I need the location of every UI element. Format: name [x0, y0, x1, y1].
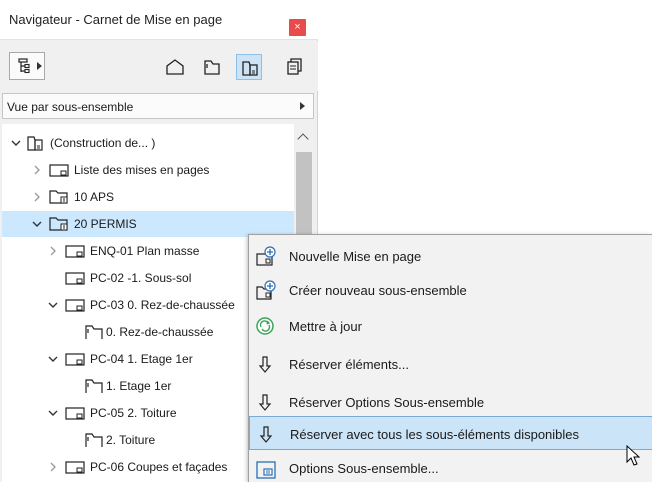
chevron-down-icon[interactable]: [48, 354, 58, 364]
house-icon: [166, 59, 184, 75]
layout-icon: [64, 241, 86, 261]
tree-row-label: PC-02 -1. Sous-sol: [90, 271, 192, 285]
tree-row-label: 10 APS: [74, 190, 115, 204]
tree-row-label: ENQ-01 Plan masse: [90, 244, 200, 258]
mouse-cursor-icon: [626, 445, 641, 466]
subset-folder-icon: [48, 187, 70, 207]
update-icon: [255, 316, 277, 338]
menu-item-reserve-all-subitems[interactable]: Réserver avec tous les sous-éléments dis…: [249, 416, 652, 450]
drawing-icon: [84, 376, 106, 396]
tree-row[interactable]: 10 APS: [2, 184, 294, 210]
menu-item-new-subset[interactable]: Créer nouveau sous-ensemble: [249, 273, 652, 307]
new-subset-icon: [255, 280, 277, 302]
title-bar: Navigateur - Carnet de Mise en page ×: [0, 0, 318, 40]
tree-row-label: 1. Etage 1er: [106, 379, 172, 393]
layout-icon: [64, 268, 86, 288]
new-layout-icon: [255, 246, 277, 268]
chevron-right-icon[interactable]: [32, 192, 42, 202]
subset-options-icon: [255, 458, 277, 480]
tree-row-label: PC-04 1. Etage 1er: [90, 352, 193, 366]
menu-item-label: Options Sous-ensemble...: [289, 461, 439, 476]
drawing-icon: [84, 322, 106, 342]
tree-row-root[interactable]: (Construction de... ): [2, 130, 294, 156]
map-type-dropdown[interactable]: [9, 52, 45, 80]
reserve-icon: [255, 354, 277, 376]
publisher-icon: [287, 58, 302, 75]
chevron-right-icon: [37, 62, 42, 70]
layout-book-icon: [242, 61, 258, 76]
tree-row-label: PC-06 Coupes et façades: [90, 460, 228, 474]
chevron-down-icon[interactable]: [48, 408, 58, 418]
menu-item-subset-options[interactable]: Options Sous-ensemble...: [249, 451, 652, 482]
tree-row-label: PC-05 2. Toiture: [90, 406, 177, 420]
layout-icon: [64, 457, 86, 477]
menu-item-label: Créer nouveau sous-ensemble: [289, 283, 467, 298]
menu-item-label: Réserver éléments...: [289, 357, 409, 372]
view-map-button[interactable]: [199, 54, 225, 80]
menu-item-reserve-subset-options[interactable]: Réserver Options Sous-ensemble: [249, 385, 652, 419]
layout-book-button[interactable]: [236, 54, 262, 80]
chevron-down-icon[interactable]: [48, 300, 58, 310]
context-menu: Nouvelle Mise en page Créer nouveau sous…: [248, 234, 652, 482]
reserve-icon: [256, 424, 278, 446]
subset-folder-icon: [48, 214, 70, 234]
layout-icon: [64, 349, 86, 369]
menu-item-label: Réserver avec tous les sous-éléments dis…: [290, 427, 580, 442]
tree-row-label: (Construction de... ): [50, 136, 156, 150]
menu-item-update[interactable]: Mettre à jour: [249, 309, 652, 343]
tree-row-label: 2. Toiture: [106, 433, 156, 447]
chevron-right-icon: [300, 102, 305, 110]
menu-item-label: Réserver Options Sous-ensemble: [289, 395, 485, 410]
tree-map-icon: [18, 58, 30, 74]
chevron-down-icon[interactable]: [32, 219, 42, 229]
layout-book-icon: [26, 133, 48, 153]
view-selector[interactable]: Vue par sous-ensemble: [2, 93, 314, 119]
menu-item-label: Nouvelle Mise en page: [289, 249, 422, 264]
layout-icon: [48, 160, 70, 180]
scroll-up-icon[interactable]: [297, 133, 309, 145]
tree-row[interactable]: Liste des mises en pages: [2, 157, 294, 183]
toolbar: [0, 41, 318, 91]
menu-item-label: Mettre à jour: [289, 319, 362, 334]
tree-row-label: PC-03 0. Rez-de-chaussée: [90, 298, 235, 312]
chevron-right-icon[interactable]: [48, 246, 58, 256]
window-title: Navigateur - Carnet de Mise en page: [9, 12, 223, 27]
chevron-down-icon[interactable]: [11, 138, 21, 148]
view-icon: [204, 60, 220, 75]
tree-row-label: 20 PERMIS: [74, 217, 137, 231]
close-button[interactable]: ×: [289, 19, 306, 36]
drawing-icon: [84, 430, 106, 450]
menu-item-reserve-elements[interactable]: Réserver éléments...: [249, 347, 652, 381]
view-selector-label: Vue par sous-ensemble: [7, 100, 134, 114]
publisher-sets-button[interactable]: [282, 54, 308, 80]
tree-row-label: Liste des mises en pages: [74, 163, 210, 177]
menu-item-new-layout[interactable]: Nouvelle Mise en page: [249, 239, 652, 273]
chevron-right-icon[interactable]: [32, 165, 42, 175]
reserve-icon: [255, 392, 277, 414]
layout-icon: [64, 295, 86, 315]
chevron-right-icon[interactable]: [48, 462, 58, 472]
tree-row-label: 0. Rez-de-chaussée: [106, 325, 214, 339]
project-map-button[interactable]: [162, 54, 188, 80]
layout-icon: [64, 403, 86, 423]
